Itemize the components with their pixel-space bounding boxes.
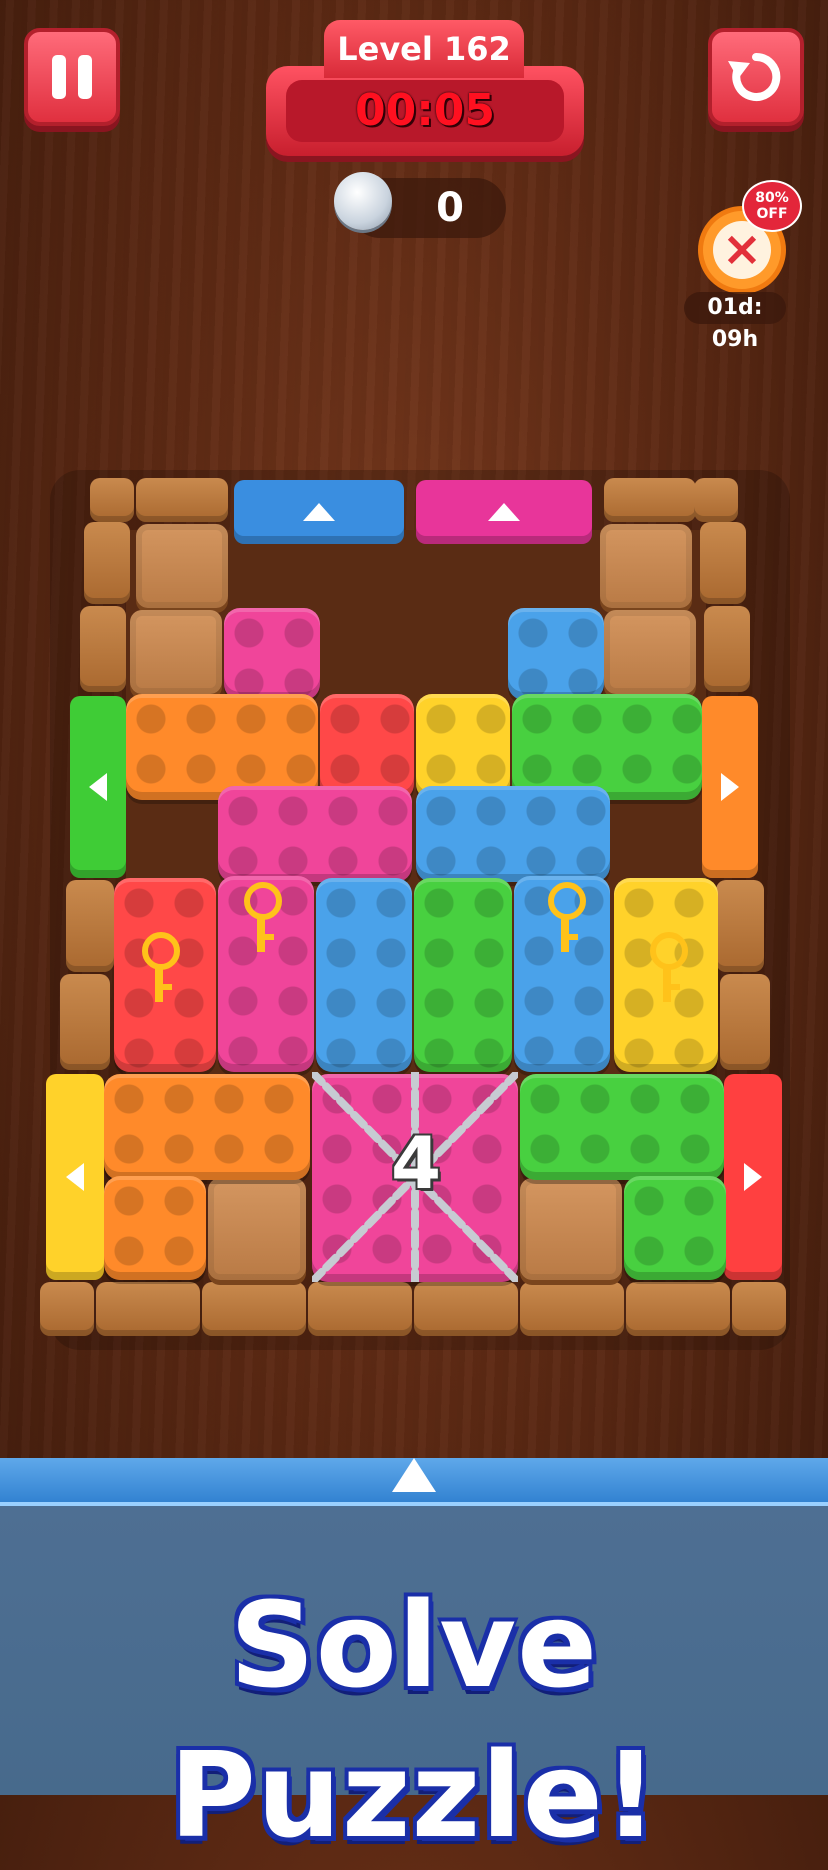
block-orange-bottom-leg[interactable] — [104, 1176, 206, 1280]
headline-text: Solve Puzzle! — [169, 1576, 659, 1864]
frame-piece — [84, 522, 130, 604]
arrow-up-icon — [303, 503, 335, 521]
exit-gate-blue[interactable] — [234, 480, 404, 544]
frame-corner — [694, 478, 738, 522]
offer-timer: 01d: 09h — [684, 292, 786, 352]
block-blue-mid-top[interactable] — [416, 786, 610, 882]
frame-piece — [520, 1282, 624, 1336]
frame-piece — [80, 606, 126, 692]
arrow-up-icon — [392, 1458, 436, 1492]
frame-piece — [60, 974, 110, 1070]
frame-piece — [700, 522, 746, 604]
exit-gate-red[interactable] — [724, 1074, 782, 1280]
wood-crate — [520, 1178, 622, 1280]
block-blue-small[interactable] — [508, 608, 604, 700]
key-icon[interactable] — [548, 882, 586, 954]
wood-crate — [130, 610, 222, 694]
wood-crate — [136, 524, 228, 608]
exit-gate-orange[interactable] — [702, 696, 758, 878]
wood-crate — [604, 610, 696, 694]
screw-count: 0 — [436, 185, 464, 231]
key-icon[interactable] — [244, 882, 282, 954]
exit-gate-green[interactable] — [70, 696, 126, 878]
lock-counter: 4 — [390, 1121, 442, 1205]
block-pink-small[interactable] — [224, 608, 320, 700]
frame-piece — [716, 880, 764, 972]
screw-icon — [334, 172, 392, 230]
frame-corner — [40, 1282, 94, 1336]
frame-piece — [720, 974, 770, 1070]
timer-panel: 00:05 — [266, 66, 584, 156]
frame-piece — [604, 478, 696, 522]
frame-corner — [732, 1282, 786, 1336]
frame-piece — [202, 1282, 306, 1336]
block-orange-bottom[interactable] — [104, 1074, 310, 1180]
timer-text: 00:05 — [286, 80, 564, 142]
block-green-center[interactable] — [414, 878, 512, 1072]
block-green-top[interactable] — [512, 694, 702, 800]
block-green-bottom-leg[interactable] — [624, 1176, 726, 1280]
block-blue-center[interactable] — [316, 878, 412, 1072]
frame-piece — [96, 1282, 200, 1336]
frame-piece — [704, 606, 750, 692]
wood-crate — [600, 524, 692, 608]
wood-crate — [208, 1178, 306, 1280]
arrow-right-icon — [744, 1163, 762, 1191]
frame-piece — [308, 1282, 412, 1336]
frame-corner — [90, 478, 134, 522]
restart-icon — [728, 52, 781, 101]
block-pink-mid-top[interactable] — [218, 786, 412, 882]
block-orange-top[interactable] — [126, 694, 318, 800]
level-label: Level 162 — [324, 20, 524, 78]
arrow-right-icon — [721, 773, 739, 801]
arrow-left-icon — [89, 773, 107, 801]
frame-piece — [66, 880, 114, 972]
arrow-up-icon — [488, 503, 520, 521]
offer-badge: 80% OFF — [742, 180, 802, 232]
arrow-left-icon — [66, 1163, 84, 1191]
block-red-top[interactable] — [320, 694, 414, 800]
frame-piece — [626, 1282, 730, 1336]
pause-icon — [52, 55, 92, 99]
block-yellow-top[interactable] — [416, 694, 510, 800]
frame-piece — [136, 478, 228, 522]
exit-gate-yellow[interactable] — [46, 1074, 104, 1280]
exit-gate-pink[interactable] — [416, 480, 592, 544]
key-icon[interactable] — [650, 932, 688, 1004]
key-icon[interactable] — [142, 932, 180, 1004]
pause-button[interactable] — [24, 28, 120, 126]
special-offer-button[interactable]: × 80% OFF — [690, 180, 802, 294]
frame-piece — [414, 1282, 518, 1336]
restart-button[interactable] — [708, 28, 804, 126]
block-green-bottom[interactable] — [520, 1074, 724, 1180]
